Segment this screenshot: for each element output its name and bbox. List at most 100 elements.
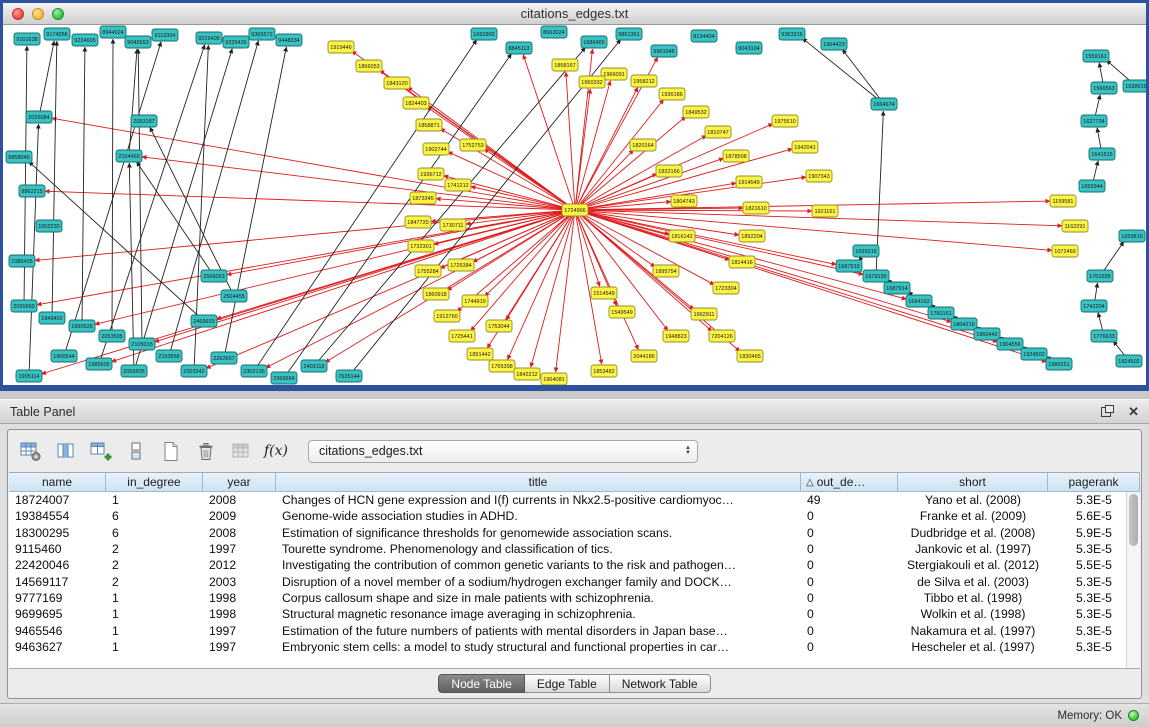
network-node[interactable]: 7635144 xyxy=(336,370,362,382)
network-node[interactable]: 1699316 xyxy=(853,245,879,257)
network-edge[interactable] xyxy=(266,210,575,368)
table-row[interactable]: 2242004622012Investigating the contribut… xyxy=(9,557,1140,573)
network-node[interactable]: 1842212 xyxy=(514,368,540,380)
network-node[interactable]: 9174056 xyxy=(44,28,70,40)
network-node[interactable]: 2044186 xyxy=(631,350,657,362)
network-node[interactable]: 1900544 xyxy=(51,350,77,362)
network-node[interactable]: 1904556 xyxy=(997,338,1023,350)
column-header-short[interactable]: short xyxy=(898,473,1048,492)
panel-divider[interactable]: ▾ xyxy=(0,391,1149,399)
close-panel-icon[interactable]: ✕ xyxy=(1128,405,1139,418)
cell-in_degree[interactable]: 2 xyxy=(106,541,203,557)
network-node[interactable]: 1892204 xyxy=(739,230,765,242)
cell-year[interactable]: 2012 xyxy=(203,557,276,573)
table-scrollbar[interactable] xyxy=(1126,492,1140,668)
network-edge[interactable] xyxy=(556,210,575,372)
network-node[interactable]: 1679195 xyxy=(863,270,889,282)
network-edge[interactable] xyxy=(95,210,575,324)
column-header-in_degree[interactable]: in_degree xyxy=(106,473,203,492)
network-edge[interactable] xyxy=(485,210,575,296)
network-node[interactable]: 1924502 xyxy=(1021,348,1047,360)
network-node[interactable]: 1002230 xyxy=(36,220,62,232)
network-node[interactable]: 1975510 xyxy=(772,115,798,127)
network-edge[interactable] xyxy=(575,210,863,275)
network-node[interactable]: 1559161 xyxy=(1083,50,1109,62)
cell-name[interactable]: 9463627 xyxy=(9,639,106,655)
network-node[interactable]: 2026084 xyxy=(26,111,52,123)
network-node[interactable]: 1701655 xyxy=(1087,270,1113,282)
network-node[interactable]: 1755284 xyxy=(415,265,441,277)
network-window-titlebar[interactable]: citations_edges.txt xyxy=(3,3,1146,25)
cell-title[interactable]: Estimation of significance thresholds fo… xyxy=(276,525,801,541)
network-edge[interactable] xyxy=(138,49,142,344)
cell-out_degree[interactable]: 0 xyxy=(801,622,898,638)
cell-name[interactable]: 18300295 xyxy=(9,525,106,541)
table-selector-dropdown[interactable]: citations_edges.txt ▲▼ xyxy=(308,440,698,463)
network-node[interactable]: 2302136 xyxy=(241,365,267,377)
network-node[interactable]: 1730711 xyxy=(440,219,466,231)
delete-table-icon[interactable] xyxy=(193,438,219,464)
cell-title[interactable]: Investigating the contribution of common… xyxy=(276,557,801,573)
network-node[interactable]: 2104460 xyxy=(116,150,142,162)
cell-title[interactable]: Corpus callosum shape and size in male p… xyxy=(276,590,801,606)
network-edge[interactable] xyxy=(224,47,286,358)
network-edge[interactable] xyxy=(575,210,952,322)
cell-short[interactable]: de Silva et al. (2003) xyxy=(898,573,1048,589)
cell-title[interactable]: Estimation of the future numbers of pati… xyxy=(276,622,801,638)
show-columns-icon[interactable] xyxy=(53,438,79,464)
network-node[interactable]: 1804743 xyxy=(671,195,697,207)
cell-out_degree[interactable]: 0 xyxy=(801,525,898,541)
cell-name[interactable]: 9699695 xyxy=(9,606,106,622)
table-settings-icon[interactable] xyxy=(18,438,44,464)
network-node[interactable]: 1964423 xyxy=(821,38,847,50)
table-row[interactable]: 1938455462009Genome-wide association stu… xyxy=(9,508,1140,524)
cell-year[interactable]: 2009 xyxy=(203,508,276,524)
network-node[interactable]: 1664674 xyxy=(871,98,897,110)
network-node[interactable]: 1830465 xyxy=(737,350,763,362)
network-canvas[interactable]: 1724966 1919446 1866053 1843120 1824403 … xyxy=(3,25,1146,385)
network-node[interactable]: 9961046 xyxy=(651,45,677,57)
network-node[interactable]: 1853482 xyxy=(591,365,617,377)
cell-name[interactable]: 14569117 xyxy=(9,573,106,589)
cell-short[interactable]: Dudbridge et al. (2008) xyxy=(898,525,1048,541)
network-node[interactable]: 2055505 xyxy=(121,365,147,377)
cell-name[interactable]: 9465546 xyxy=(9,622,106,638)
cell-title[interactable]: Structural magnetic resonance image aver… xyxy=(276,606,801,622)
cell-in_degree[interactable]: 6 xyxy=(106,525,203,541)
network-node[interactable]: 1985251 xyxy=(1046,358,1072,370)
table-row[interactable]: 969969511998Structural magnetic resonanc… xyxy=(9,606,1140,622)
table-row[interactable]: 977716911998Corpus callosum shape and si… xyxy=(9,590,1140,606)
network-edge[interactable] xyxy=(842,49,884,104)
network-node[interactable]: 1942041 xyxy=(792,141,818,153)
cell-short[interactable]: Yano et al. (2008) xyxy=(898,492,1048,508)
cell-out_degree[interactable]: 0 xyxy=(801,639,898,655)
network-node[interactable]: 9234605 xyxy=(72,34,98,46)
network-node[interactable]: 8845113 xyxy=(506,42,532,54)
network-node[interactable]: 9365572 xyxy=(249,28,275,40)
network-node[interactable]: 1686465 xyxy=(581,36,607,48)
cell-title[interactable]: Changes of HCN gene expression and I(f) … xyxy=(276,492,801,508)
network-edge[interactable] xyxy=(575,116,686,210)
cell-out_degree[interactable]: 0 xyxy=(801,557,898,573)
cell-short[interactable]: Stergiakouli et al. (2012) xyxy=(898,557,1048,573)
network-node[interactable]: 1804216 xyxy=(951,318,977,330)
network-node[interactable]: 1549549 xyxy=(609,306,635,318)
network-node[interactable]: 1627734 xyxy=(1081,115,1107,127)
cell-short[interactable]: Jankovic et al. (1997) xyxy=(898,541,1048,557)
network-edge[interactable] xyxy=(506,210,575,320)
network-node[interactable]: 1866053 xyxy=(356,60,382,72)
network-node[interactable]: 1659815 xyxy=(1119,230,1145,242)
network-edge[interactable] xyxy=(39,41,54,117)
network-edge[interactable] xyxy=(575,99,664,210)
network-node[interactable]: 1085405 xyxy=(9,255,35,267)
network-node[interactable]: 1962911 xyxy=(691,308,717,320)
network-edge[interactable] xyxy=(575,150,634,210)
cell-year[interactable]: 1998 xyxy=(203,606,276,622)
network-node[interactable]: 2203342 xyxy=(181,365,207,377)
network-node[interactable]: 1752753 xyxy=(460,139,486,151)
minimize-window-button[interactable] xyxy=(32,8,44,20)
network-node[interactable]: 8663024 xyxy=(541,26,567,38)
cell-out_degree[interactable]: 0 xyxy=(801,606,898,622)
column-header-name[interactable]: name xyxy=(9,473,106,492)
network-node[interactable]: 1873345 xyxy=(410,192,436,204)
